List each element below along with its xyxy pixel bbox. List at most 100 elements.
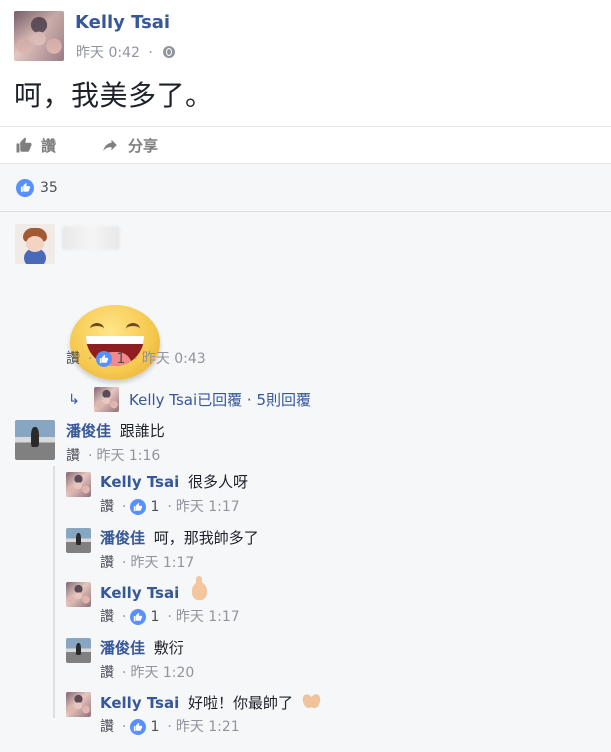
view-replies-link[interactable]: ↳ Kelly Tsai已回覆 · 5則回覆 bbox=[66, 387, 311, 412]
reply-meta: 讚 · 昨天 1:20 bbox=[100, 664, 194, 682]
post-author-name[interactable]: Kelly Tsai bbox=[75, 12, 170, 33]
post-author-avatar[interactable] bbox=[14, 11, 64, 61]
meta-separator: · bbox=[167, 609, 172, 625]
reply-avatar[interactable] bbox=[66, 472, 91, 497]
thumbs-up-icon bbox=[130, 609, 147, 625]
comment-like-button[interactable]: 讚 bbox=[66, 447, 80, 465]
share-label: 分享 bbox=[128, 136, 159, 155]
meta-separator: · bbox=[122, 609, 127, 625]
reply-content: Kelly Tsai 很多人呀 bbox=[100, 472, 248, 492]
reply-item: 潘俊佳 呵，那我帥多了 讚 · 昨天 1:17 bbox=[0, 526, 611, 576]
reply-avatar[interactable] bbox=[66, 638, 91, 663]
reply-author[interactable]: Kelly Tsai bbox=[100, 473, 179, 491]
reply-avatar[interactable] bbox=[66, 582, 91, 607]
reply-text: 敷衍 bbox=[153, 639, 184, 657]
thumbs-up-icon bbox=[96, 351, 113, 367]
reply-author[interactable]: Kelly Tsai bbox=[100, 694, 179, 712]
meta-separator: · bbox=[133, 351, 138, 367]
reaction-summary[interactable]: 35 bbox=[0, 164, 611, 212]
facebook-post: Kelly Tsai 昨天 0:42 · 呵，我美多了。 讚 分享 35 讚 ·… bbox=[0, 0, 611, 752]
reply-like-button[interactable]: 讚 bbox=[100, 554, 114, 572]
reply-content: Kelly Tsai 好啦！你最帥了 bbox=[100, 692, 322, 713]
post-text: 呵，我美多了。 bbox=[14, 79, 214, 112]
reply-like-button[interactable]: 讚 bbox=[100, 498, 114, 516]
commenter-avatar[interactable] bbox=[15, 420, 55, 460]
reply-item: 潘俊佳 敷衍 讚 · 昨天 1:20 bbox=[0, 636, 611, 686]
post-meta: 昨天 0:42 · bbox=[76, 42, 176, 62]
reaction-count: 35 bbox=[40, 179, 58, 196]
reply-content: Kelly Tsai bbox=[100, 576, 208, 603]
comment-content: 潘俊佳 跟誰比 bbox=[66, 421, 165, 441]
meta-separator: · bbox=[167, 499, 172, 515]
comment-time[interactable]: 昨天 1:16 bbox=[96, 447, 160, 465]
reply-author[interactable]: Kelly Tsai bbox=[100, 584, 179, 602]
thumbs-up-emoji bbox=[192, 576, 208, 600]
reply-meta: 讚 · 1 · 昨天 1:21 bbox=[100, 718, 240, 736]
clapping-hands-emoji bbox=[302, 692, 322, 710]
post-header: Kelly Tsai 昨天 0:42 · bbox=[0, 0, 611, 70]
thumbs-up-icon bbox=[15, 136, 33, 154]
reply-time[interactable]: 昨天 1:21 bbox=[176, 718, 240, 736]
smiley-left-eye bbox=[90, 323, 104, 335]
reply-content: 潘俊佳 呵，那我帥多了 bbox=[100, 528, 259, 548]
reply-content: 潘俊佳 敷衍 bbox=[100, 638, 184, 658]
comment-like-button[interactable]: 讚 bbox=[66, 350, 80, 368]
meta-separator: · bbox=[148, 45, 153, 61]
reply-like-count: 1 bbox=[150, 609, 160, 625]
reply-summary-text: Kelly Tsai已回覆 · 5則回覆 bbox=[129, 390, 312, 409]
meta-separator: · bbox=[122, 719, 127, 735]
smiley-right-eye bbox=[126, 323, 140, 335]
meta-separator: · bbox=[88, 351, 93, 367]
reply-arrow-icon: ↳ bbox=[68, 391, 80, 408]
commenter-avatar[interactable] bbox=[15, 224, 55, 264]
thumbs-up-icon bbox=[130, 719, 147, 735]
reply-time[interactable]: 昨天 1:17 bbox=[176, 498, 240, 516]
reply-text: 很多人呀 bbox=[188, 473, 249, 491]
comment-author[interactable]: 潘俊佳 bbox=[66, 422, 111, 440]
comment-item: 讚 · 1 · 昨天 0:43 bbox=[0, 214, 611, 386]
post-actions: 讚 分享 bbox=[0, 126, 611, 164]
reply-like-count: 1 bbox=[150, 719, 160, 735]
reply-like-count: 1 bbox=[150, 499, 160, 515]
share-button[interactable]: 分享 bbox=[100, 127, 158, 163]
thumbs-up-icon bbox=[130, 499, 147, 515]
reply-text: 好啦！你最帥了 bbox=[188, 694, 294, 712]
meta-separator: · bbox=[122, 665, 127, 681]
comments-area: 35 讚 · 1 · 昨天 0:43 ↳ Kelly Tsai已回覆 · 5則回… bbox=[0, 164, 611, 752]
meta-separator: · bbox=[167, 719, 172, 735]
big-smiley-icon bbox=[70, 305, 160, 380]
share-arrow-icon bbox=[100, 136, 120, 154]
like-reaction-icon bbox=[16, 178, 34, 197]
like-button[interactable]: 讚 bbox=[15, 127, 56, 163]
reply-author[interactable]: 潘俊佳 bbox=[100, 529, 145, 547]
blurred-commenter-name[interactable] bbox=[62, 226, 120, 250]
reply-summary-avatar bbox=[94, 387, 119, 412]
reply-like-button[interactable]: 讚 bbox=[100, 664, 114, 682]
reply-meta: 讚 · 1 · 昨天 1:17 bbox=[100, 608, 240, 626]
reply-time[interactable]: 昨天 1:17 bbox=[130, 554, 194, 572]
comment-like-count: 1 bbox=[116, 351, 126, 367]
reply-avatar[interactable] bbox=[66, 692, 91, 717]
like-label: 讚 bbox=[41, 136, 57, 155]
reply-avatar[interactable] bbox=[66, 528, 91, 553]
reply-time[interactable]: 昨天 1:17 bbox=[176, 608, 240, 626]
reply-item: Kelly Tsai 很多人呀 讚 · 1 · 昨天 1:17 bbox=[0, 470, 611, 520]
reply-text: 呵，那我帥多了 bbox=[153, 529, 259, 547]
reply-like-button[interactable]: 讚 bbox=[100, 608, 114, 626]
meta-separator: · bbox=[122, 555, 127, 571]
reply-meta: 讚 · 昨天 1:17 bbox=[100, 554, 194, 572]
meta-separator: · bbox=[88, 448, 93, 464]
reply-time[interactable]: 昨天 1:20 bbox=[130, 664, 194, 682]
reply-meta: 讚 · 1 · 昨天 1:17 bbox=[100, 498, 240, 516]
globe-icon[interactable] bbox=[163, 46, 176, 58]
reply-like-button[interactable]: 讚 bbox=[100, 718, 114, 736]
reply-author[interactable]: 潘俊佳 bbox=[100, 639, 145, 657]
comment-text: 跟誰比 bbox=[119, 422, 165, 440]
comment-time[interactable]: 昨天 0:43 bbox=[142, 350, 206, 368]
reply-item: Kelly Tsai 好啦！你最帥了 讚 · 1 · 昨天 1:21 bbox=[0, 690, 611, 746]
comment-meta: 讚 · 昨天 1:16 bbox=[66, 447, 160, 465]
meta-separator: · bbox=[122, 499, 127, 515]
comment-meta: 讚 · 1 · 昨天 0:43 bbox=[66, 350, 206, 368]
reply-item: Kelly Tsai 讚 · 1 · 昨天 1:17 bbox=[0, 576, 611, 632]
post-time[interactable]: 昨天 0:42 bbox=[76, 45, 140, 61]
